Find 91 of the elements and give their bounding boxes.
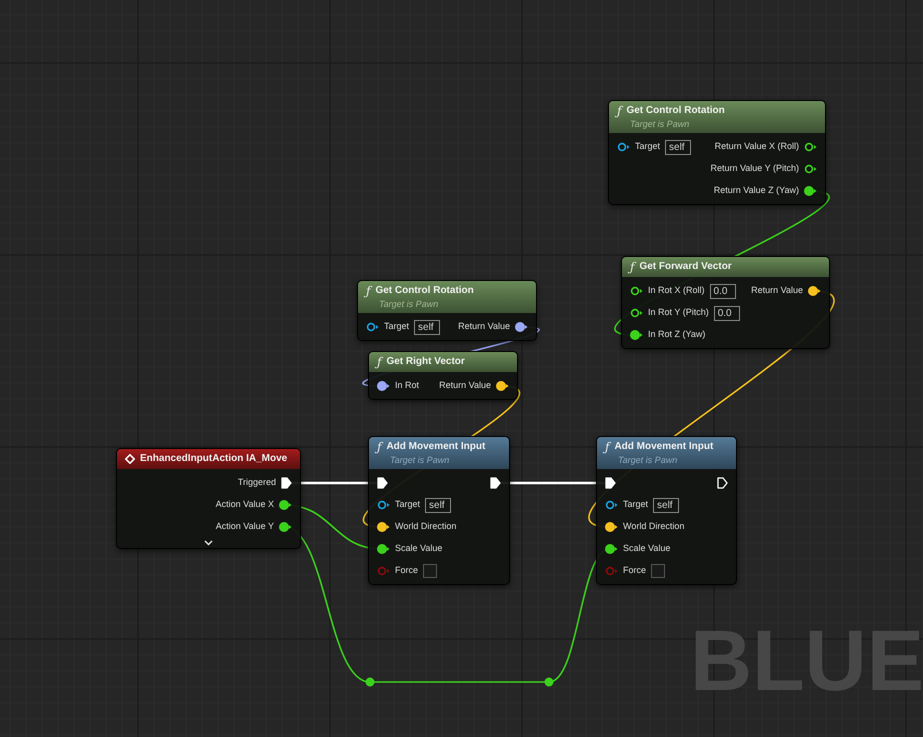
default-value-field[interactable]: self [665,140,692,154]
node-subtitle: Target is Pawn [378,298,440,310]
pin-circle-icon[interactable] [804,164,817,174]
pin-label: World Direction [395,520,456,534]
pin-circle-icon[interactable] [804,142,817,152]
pin-circle-icon[interactable] [377,381,390,391]
pin-label: Action Value X [216,498,274,512]
pin-circle-icon[interactable] [377,544,390,554]
pin-circle-icon[interactable] [630,330,643,340]
pin-label: Target [395,498,420,512]
pin-label: Target [635,140,660,154]
pin-circle-icon[interactable] [630,286,643,296]
graph-node[interactable]: ƒ Get Control Rotation Target is Pawn Target self Return Value [357,280,537,341]
default-value-field[interactable]: self [414,320,440,334]
default-value-field[interactable]: self [653,498,680,512]
node-title: Get Control Rotation [626,104,725,118]
function-icon: ƒ [605,440,610,454]
node-title: Get Right Vector [386,355,465,369]
exec-arrow-icon[interactable] [377,477,388,489]
pin-label: Return Value Z (Yaw) [714,184,799,198]
pin-circle-icon[interactable] [605,544,618,554]
pin-circle-icon[interactable] [630,308,643,318]
pin-circle-icon[interactable] [605,522,618,532]
pin-label: Return Value X (Roll) [714,140,799,154]
pin-circle-icon[interactable] [808,286,821,296]
exec-arrow-icon[interactable] [490,477,501,489]
pin-circle-icon[interactable] [377,522,390,532]
graph-node[interactable]: EnhancedInputAction IA_Move Triggered Action Value X Action Value Y [116,448,301,549]
checkbox[interactable] [651,564,666,578]
pin-label: Action Value Y [216,520,274,534]
node-header[interactable]: ƒ Get Right Vector [369,352,517,372]
pin-label: Triggered [238,476,276,490]
pin-circle-icon[interactable] [496,381,509,391]
pin-label: Scale Value [623,542,670,556]
default-value-field[interactable]: self [425,498,452,512]
pin-circle-icon[interactable] [605,500,618,510]
function-icon: ƒ [617,104,622,118]
pin-circle-icon[interactable] [804,186,817,196]
pin-label: Return Value Y (Pitch) [710,162,799,176]
graph-node[interactable]: ƒ Get Right Vector In Rot Return Value [368,351,518,400]
pin-circle-icon[interactable] [617,142,630,152]
checkbox[interactable] [423,564,438,578]
graph-node[interactable]: ƒ Get Control Rotation Target is Pawn Target self Return Value X (Roll) Return Value Y (Pitch) Return Value Z (Yaw) [608,100,826,205]
node-header[interactable]: ƒ Get Forward Vector [622,257,829,277]
expand-chevron-icon[interactable] [204,540,213,546]
default-value-field[interactable]: 0.0 [714,306,740,320]
pin-label: In Rot X (Roll) [648,284,705,298]
graph-node[interactable]: ƒ Add Movement Input Target is Pawn Target self World Direction Scale Value Force [596,436,737,585]
pin-label: In Rot Y (Pitch) [648,306,709,320]
node-title: EnhancedInputAction IA_Move [140,452,288,466]
node-title: Get Control Rotation [375,284,474,298]
pin-label: In Rot Z (Yaw) [648,328,706,342]
pin-label: Return Value [439,379,491,392]
function-icon: ƒ [377,355,382,369]
pin-circle-icon[interactable] [279,500,292,510]
pin-label: Return Value [751,284,803,298]
pin-label: Force [395,564,418,578]
node-header[interactable]: EnhancedInputAction IA_Move [117,449,300,469]
node-header[interactable]: ƒ Add Movement Input Target is Pawn [369,437,509,469]
pin-label: Target [623,498,648,512]
node-subtitle: Target is Pawn [617,454,678,466]
node-header[interactable]: ƒ Add Movement Input Target is Pawn [597,437,736,469]
exec-arrow-icon[interactable] [717,477,728,489]
default-value-field[interactable]: 0.0 [710,284,736,298]
node-subtitle: Target is Pawn [389,454,450,466]
exec-arrow-icon[interactable] [281,477,292,489]
node-header[interactable]: ƒ Get Control Rotation Target is Pawn [358,281,536,313]
exec-arrow-icon[interactable] [605,477,616,489]
function-icon: ƒ [366,284,370,298]
function-icon: ƒ [630,260,634,274]
node-subtitle: Target is Pawn [629,118,690,130]
pin-label: Target [384,320,410,334]
pin-circle-icon[interactable] [515,322,528,332]
node-title: Add Movement Input [386,440,486,454]
node-title: Add Movement Input [614,440,714,454]
pin-circle-icon[interactable] [366,322,379,332]
pin-label: In Rot [395,379,420,392]
graph-node[interactable]: ƒ Get Forward Vector In Rot X (Roll) 0.0 In Rot Y (Pitch) 0.0 In Rot Z (Yaw) Return Value [621,256,830,349]
pin-circle-icon[interactable] [279,522,292,532]
pin-circle-icon[interactable] [377,500,390,510]
function-icon: ƒ [377,440,382,454]
diamond-icon [125,454,135,464]
graph-node[interactable]: ƒ Add Movement Input Target is Pawn Target self World Direction Scale Value Force [368,436,510,585]
pin-label: Force [623,564,646,578]
node-header[interactable]: ƒ Get Control Rotation Target is Pawn [609,101,825,133]
pin-label: Return Value [458,320,510,334]
node-title: Get Forward Vector [639,260,732,274]
pin-label: World Direction [623,520,684,534]
reroute-node[interactable] [544,678,554,686]
reroute-node[interactable] [366,678,374,686]
pin-label: Scale Value [395,542,442,556]
